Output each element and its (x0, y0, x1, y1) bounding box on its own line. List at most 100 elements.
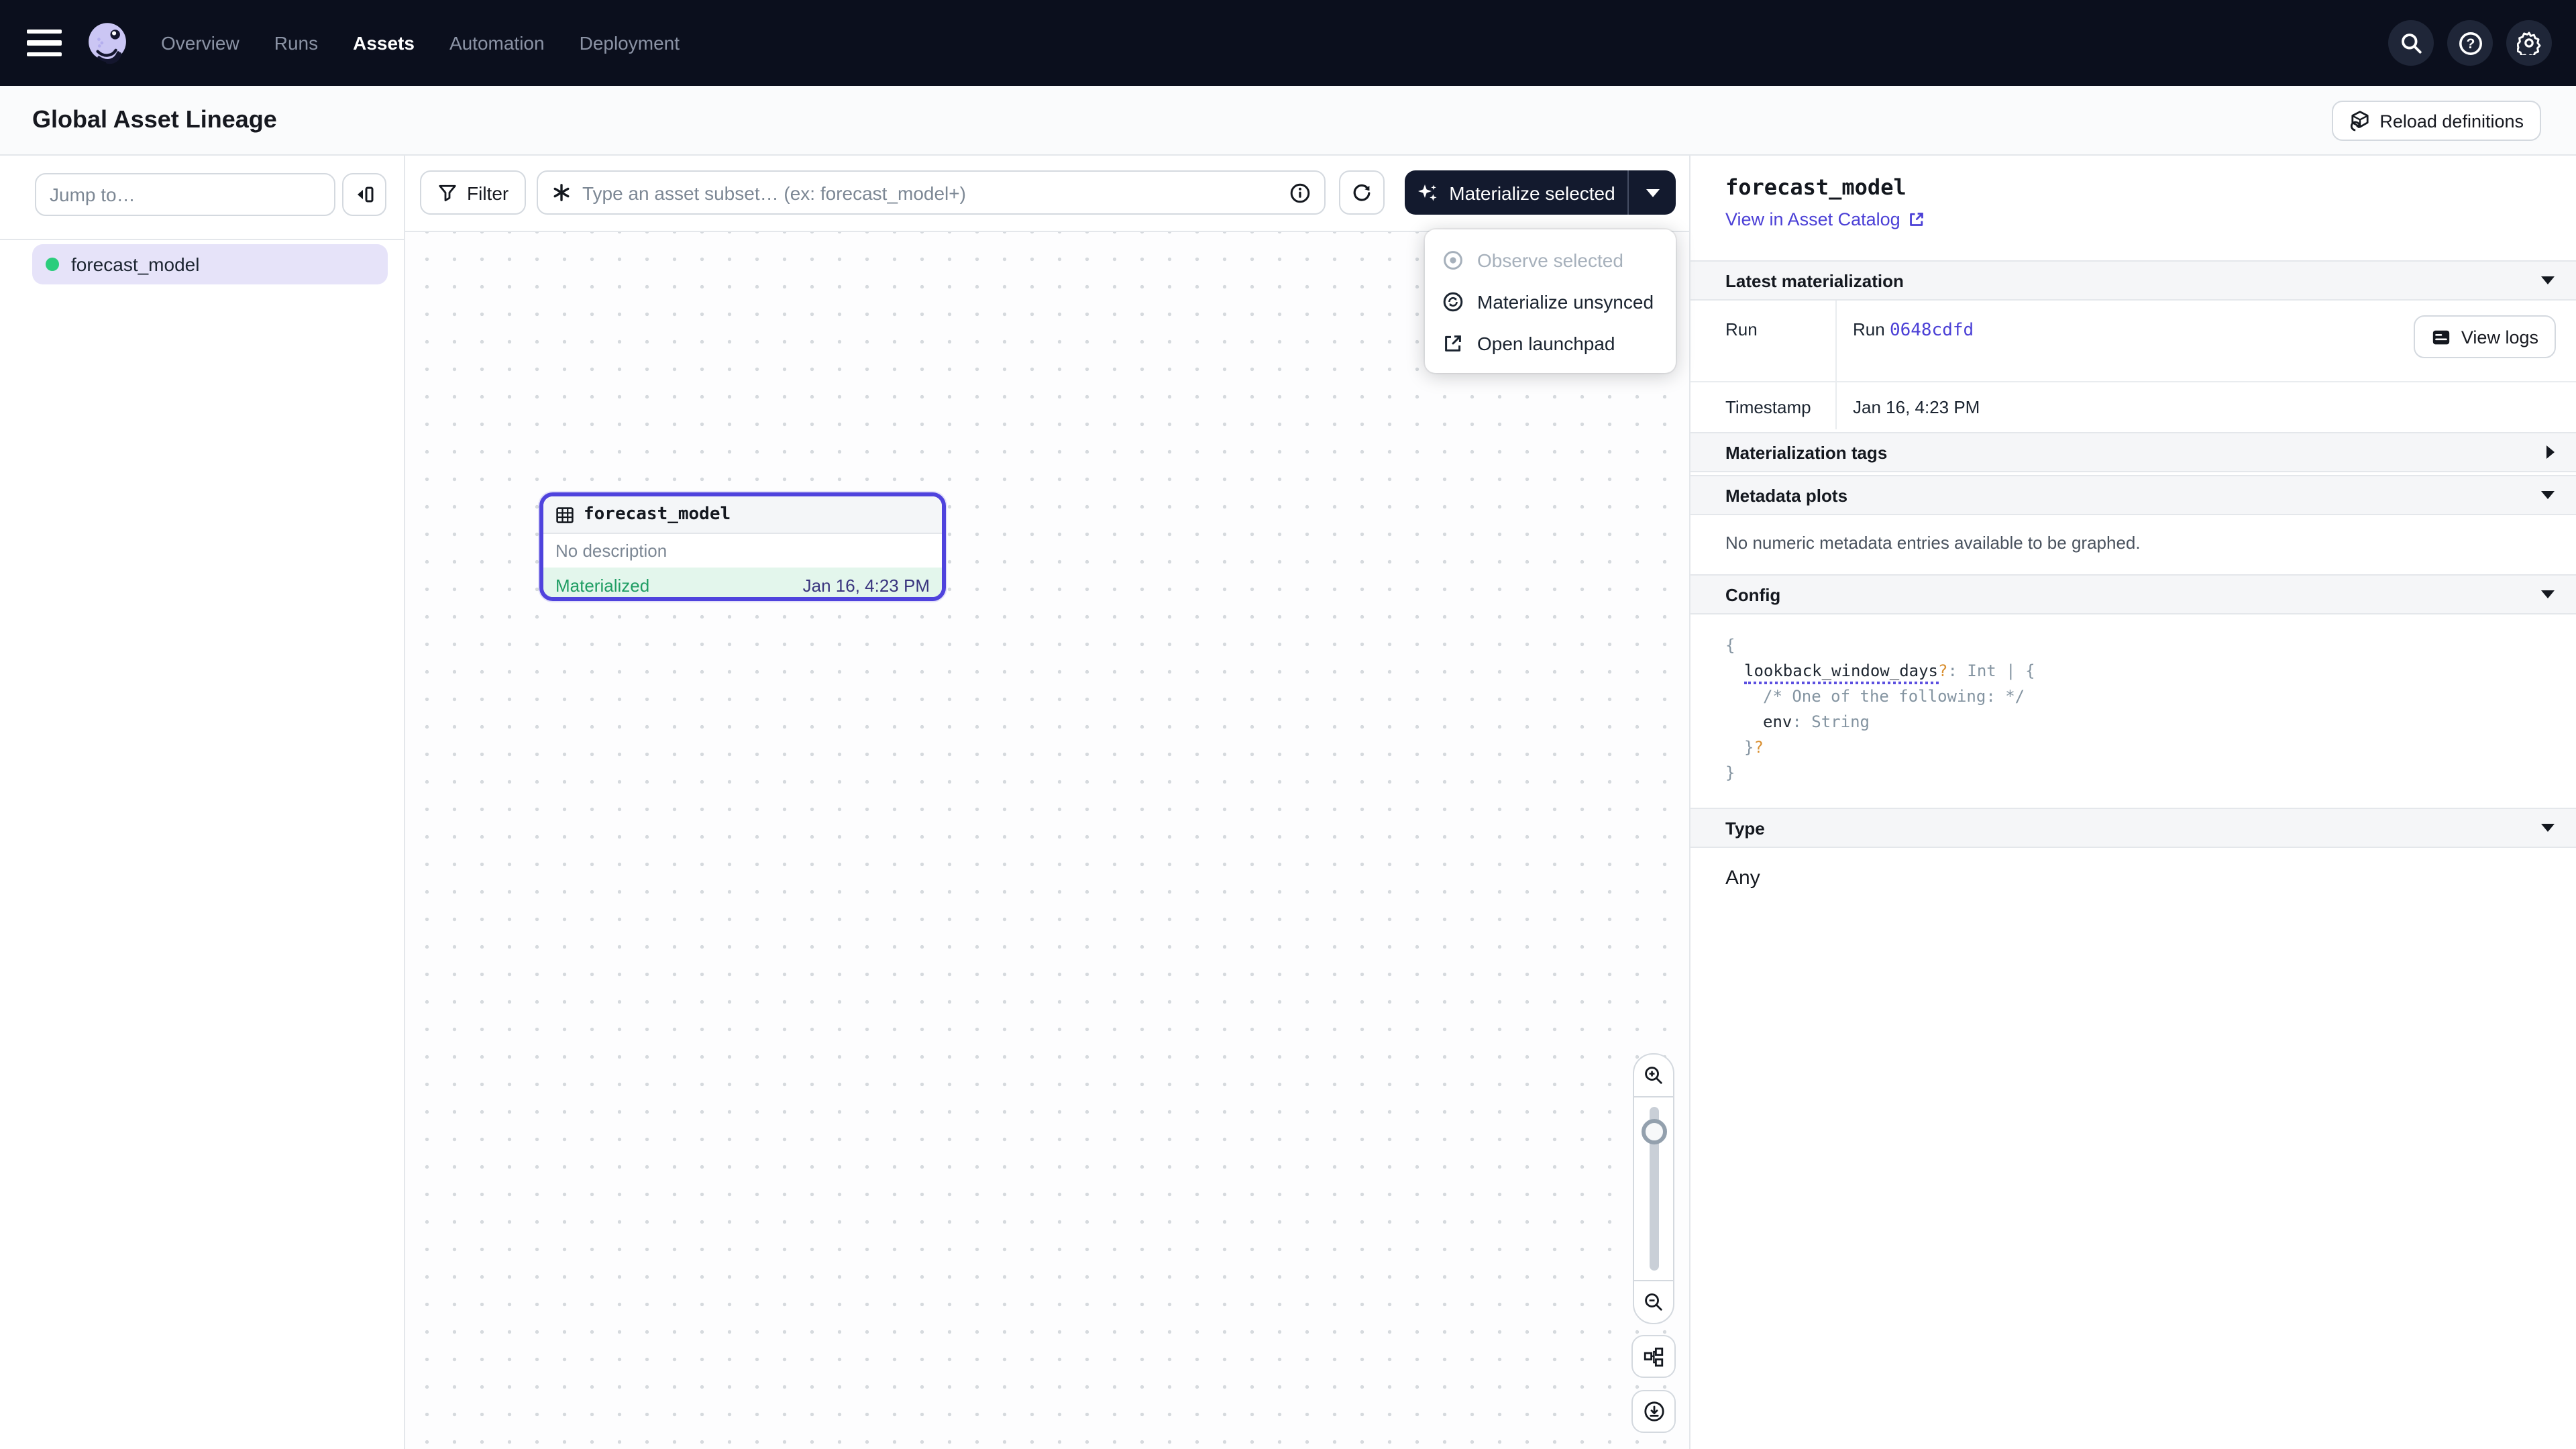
materialize-dropdown-toggle[interactable] (1627, 170, 1676, 215)
view-in-asset-catalog-link[interactable]: View in Asset Catalog (1725, 209, 1926, 229)
reload-definitions-button[interactable]: Reload definitions (2331, 101, 2541, 141)
materialized-status-dot (46, 258, 59, 271)
zoom-in-icon (1644, 1065, 1664, 1085)
zoom-slider-thumb[interactable] (1641, 1119, 1666, 1144)
chevron-down-icon (2541, 491, 2555, 499)
settings-button[interactable] (2506, 20, 2552, 66)
code-line: { (1725, 633, 2035, 659)
asset-node-status-row: Materialized Jan 16, 4:23 PM (543, 568, 942, 601)
zoom-controls (1633, 1053, 1674, 1324)
search-icon (2400, 32, 2422, 54)
filter-button[interactable]: Filter (420, 170, 526, 215)
zoom-out-button[interactable] (1634, 1280, 1673, 1323)
menu-item-materialize-unsynced[interactable]: Materialize unsynced (1425, 280, 1676, 322)
hamburger-menu-icon[interactable] (27, 30, 62, 56)
menu-item-open-launchpad[interactable]: Open launchpad (1425, 322, 1676, 364)
collapse-sidebar-button[interactable] (342, 173, 386, 216)
lineage-toolbar: Filter Materialize selected (405, 156, 1689, 231)
asset-detail-panel: forecast_model View in Asset Catalog Lat… (1689, 156, 2576, 1449)
graph-layout-icon (1644, 1346, 1664, 1366)
page-title: Global Asset Lineage (32, 106, 277, 134)
table-icon (555, 505, 574, 524)
row-column-divider (1835, 301, 1837, 429)
zoom-in-button[interactable] (1634, 1055, 1673, 1097)
refresh-button[interactable] (1339, 170, 1385, 215)
dagster-logo[interactable] (83, 19, 131, 67)
materialize-selected-button[interactable]: Materialize selected (1405, 170, 1627, 215)
section-label: Latest materialization (1725, 270, 1904, 290)
nav-deployment[interactable]: Deployment (580, 32, 680, 54)
nav-overview[interactable]: Overview (161, 32, 239, 54)
menu-item-label: Materialize unsynced (1477, 290, 1654, 312)
section-latest-materialization[interactable]: Latest materialization (1690, 260, 2576, 301)
code-line: env: String (1725, 710, 2035, 735)
svg-text:?: ? (2466, 36, 2475, 51)
asset-subset-input[interactable] (582, 182, 1279, 203)
asset-subset-search (537, 170, 1326, 215)
external-link-icon (1442, 332, 1464, 354)
help-icon: ? (2457, 30, 2483, 56)
observe-icon (1442, 249, 1464, 270)
refresh-icon (1351, 182, 1373, 203)
code-line: }? (1725, 735, 2035, 761)
chevron-right-icon (2546, 445, 2555, 459)
code-comment: /* One of the following: */ (1725, 684, 2035, 710)
timestamp-row-value: Jan 16, 4:23 PM (1853, 397, 1980, 417)
code-line: lookback_window_days?: Int | { (1725, 659, 2035, 684)
top-nav-actions: ? (2388, 20, 2552, 66)
nav-runs[interactable]: Runs (274, 32, 318, 54)
relayout-graph-button[interactable] (1631, 1335, 1676, 1378)
asset-list-sidebar: forecast_model (0, 156, 405, 1449)
sidebar-divider (0, 239, 404, 240)
panel-collapse-icon (354, 184, 375, 205)
nav-automation[interactable]: Automation (449, 32, 545, 54)
section-metadata-plots[interactable]: Metadata plots (1690, 475, 2576, 515)
sidebar-item-forecast-model[interactable]: forecast_model (32, 244, 388, 284)
asset-node-name: forecast_model (584, 504, 731, 525)
menu-item-label: Observe selected (1477, 249, 1623, 270)
logs-icon (2432, 327, 2452, 347)
run-id-link[interactable]: 0648cdfd (1890, 321, 1974, 341)
asset-node-forecast-model[interactable]: forecast_model No description Materializ… (539, 492, 946, 601)
config-key-lookback-window-days: lookback_window_days (1744, 661, 1938, 684)
jump-to-input[interactable] (35, 173, 335, 216)
run-row-label: Run (1725, 319, 1758, 339)
run-row-value: Run 0648cdfd (1853, 319, 1974, 341)
sparkles-icon (1417, 182, 1438, 203)
filter-label: Filter (467, 182, 508, 203)
chevron-down-icon (2541, 590, 2555, 598)
section-materialization-tags[interactable]: Materialization tags (1690, 432, 2576, 472)
run-value-prefix: Run (1853, 319, 1890, 339)
panel-asset-title: forecast_model (1725, 174, 1907, 200)
sync-circle-icon (1442, 290, 1464, 312)
page-header: Global Asset Lineage Reload definitions (0, 86, 2576, 156)
timestamp-row-label: Timestamp (1725, 397, 1811, 417)
code-line: } (1725, 761, 2035, 786)
section-config[interactable]: Config (1690, 574, 2576, 614)
section-type[interactable]: Type (1690, 808, 2576, 848)
download-circle-icon (1643, 1401, 1664, 1422)
lineage-graph-canvas[interactable] (405, 231, 1689, 1449)
external-link-icon (1909, 211, 1926, 228)
asset-selector-icon (551, 182, 572, 203)
zoom-out-icon (1644, 1292, 1664, 1312)
info-icon[interactable] (1289, 182, 1311, 203)
menu-item-observe-selected[interactable]: Observe selected (1425, 239, 1676, 280)
download-image-button[interactable] (1631, 1390, 1676, 1433)
metadata-plots-empty-message: No numeric metadata entries available to… (1725, 533, 2141, 553)
materialize-dropdown-menu: Observe selected Materialize unsynced Op… (1425, 229, 1676, 373)
view-logs-label: View logs (2461, 327, 2538, 347)
view-logs-button[interactable]: View logs (2414, 315, 2556, 358)
nav-assets[interactable]: Assets (353, 32, 415, 54)
search-button[interactable] (2388, 20, 2434, 66)
section-label: Config (1725, 584, 1780, 604)
top-nav-items: Overview Runs Assets Automation Deployme… (161, 32, 680, 54)
reload-cube-icon (2349, 110, 2370, 131)
chevron-down-icon (1646, 189, 1659, 197)
section-label: Metadata plots (1725, 485, 1847, 505)
materialized-status-label: Materialized (555, 575, 649, 595)
catalog-link-label: View in Asset Catalog (1725, 209, 1900, 229)
config-schema-code: { lookback_window_days?: Int | { /* One … (1725, 633, 2035, 786)
materialize-selected-label: Materialize selected (1449, 182, 1615, 203)
help-button[interactable]: ? (2447, 20, 2493, 66)
